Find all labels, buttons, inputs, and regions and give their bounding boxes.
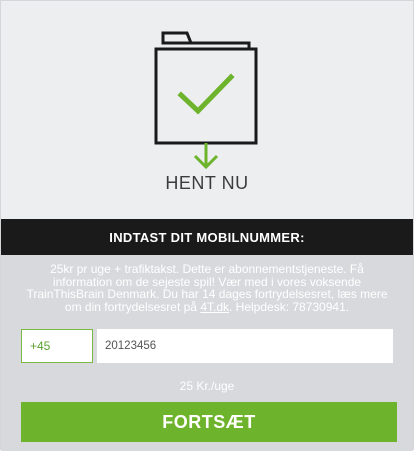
terms-link[interactable]: 4T.dk xyxy=(200,300,229,314)
phone-input-row: +45 xyxy=(21,329,393,363)
subscription-card: HENT NU INDTAST DIT MOBILNUMMER: 25kr pr… xyxy=(0,0,414,451)
phone-form: 25kr pr uge + trafiktakst. Dette er abon… xyxy=(1,255,413,451)
folder-download-check-icon[interactable] xyxy=(151,31,261,181)
terms-text-end: . Helpdesk: 78730941. xyxy=(229,299,350,314)
price-label: 25 Kr./uge xyxy=(179,379,235,393)
enter-mobile-banner: INDTAST DIT MOBILNUMMER: xyxy=(1,219,413,255)
continue-button[interactable]: FORTSÆT xyxy=(21,402,397,442)
terms-info-text: 25kr pr uge + trafiktakst. Dette er abon… xyxy=(23,263,391,313)
country-prefix[interactable]: +45 xyxy=(21,329,93,363)
banner-title: INDTAST DIT MOBILNUMMER: xyxy=(109,229,305,245)
hero-section: HENT NU xyxy=(1,1,413,219)
mobile-number-input[interactable] xyxy=(97,329,393,363)
download-now-label[interactable]: HENT NU xyxy=(1,173,413,194)
